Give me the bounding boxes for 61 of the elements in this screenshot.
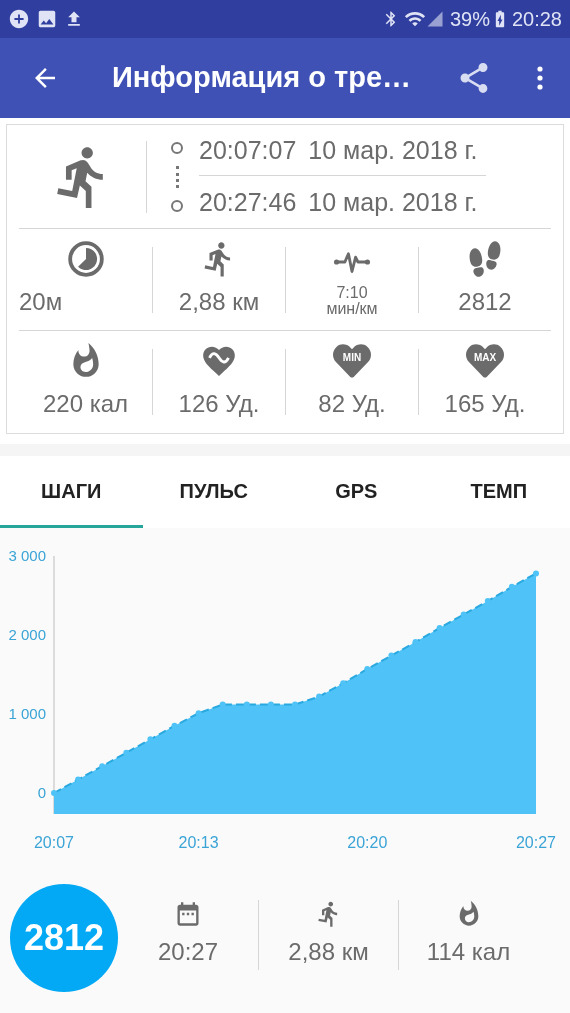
tab[interactable]: ТЕМП — [427, 456, 570, 528]
start-date: 10 мар. 2018 г. — [308, 134, 478, 166]
dotted-connector — [175, 165, 179, 188]
end-date: 10 мар. 2018 г. — [308, 187, 478, 218]
heart-badge-label: MAX — [472, 351, 498, 365]
stat-value: 220 кал — [42, 389, 129, 419]
stat-value: мин/км — [326, 300, 378, 317]
screen-title: Информация о тре… — [112, 60, 412, 96]
y-tick-label: 0 — [37, 784, 46, 801]
data-point — [171, 722, 178, 729]
data-point — [99, 763, 106, 770]
stat-value: 7:10 — [336, 284, 368, 301]
data-point — [75, 776, 82, 783]
data-point — [243, 701, 250, 708]
heart-badge-label: MIN — [341, 351, 363, 365]
data-point — [436, 624, 443, 631]
end-time: 20:27:46 — [199, 187, 297, 218]
data-point — [340, 680, 347, 687]
data-point — [51, 790, 57, 796]
footer-stat-value: 2,88 км — [288, 937, 369, 967]
data-point — [460, 611, 467, 618]
x-tick-label: 20:13 — [178, 834, 219, 851]
footer-stat-value: 114 кал — [426, 937, 511, 967]
data-point — [195, 710, 202, 717]
stat-value: 20м — [19, 286, 63, 317]
heart-icon — [466, 342, 504, 380]
data-point — [484, 598, 491, 605]
data-point — [219, 701, 226, 708]
start-time: 20:07:07 — [199, 134, 297, 166]
y-tick-label: 2 000 — [8, 626, 46, 643]
footer-stat-value: 20:27 — [157, 937, 219, 967]
data-point — [412, 639, 419, 646]
data-point — [292, 701, 298, 708]
x-tick-label: 20:20 — [347, 834, 388, 851]
y-tick-label: 1 000 — [8, 705, 46, 722]
tab[interactable]: ПУЛЬС — [142, 456, 285, 528]
x-tick-label: 20:27 — [516, 834, 556, 851]
data-point — [364, 665, 371, 672]
timer-icon — [66, 239, 105, 278]
data-point — [508, 583, 515, 590]
y-tick-label: 3 000 — [8, 547, 46, 564]
x-tick-label: 20:07 — [34, 834, 74, 851]
data-point — [388, 652, 395, 659]
data-point — [147, 736, 154, 743]
data-point — [316, 693, 323, 700]
data-point — [267, 701, 274, 708]
image-icon — [36, 8, 58, 30]
stat-value: 126 Уд. — [178, 389, 260, 419]
clock: 20:28 — [511, 7, 562, 32]
data-point — [533, 570, 539, 577]
signal-icon — [425, 10, 444, 28]
stat-value: 2,88 км — [178, 286, 260, 317]
stat-value: 2812 — [458, 286, 512, 317]
battery-percent: 39% — [449, 7, 490, 32]
stat-value: 165 Уд. — [444, 389, 526, 419]
more-icon — [537, 66, 543, 90]
heart-icon — [333, 342, 371, 380]
stat-value: 82 Уд. — [318, 389, 386, 419]
data-point — [123, 749, 130, 756]
chat-plus-icon — [8, 8, 30, 30]
tab[interactable]: GPS — [285, 456, 428, 528]
